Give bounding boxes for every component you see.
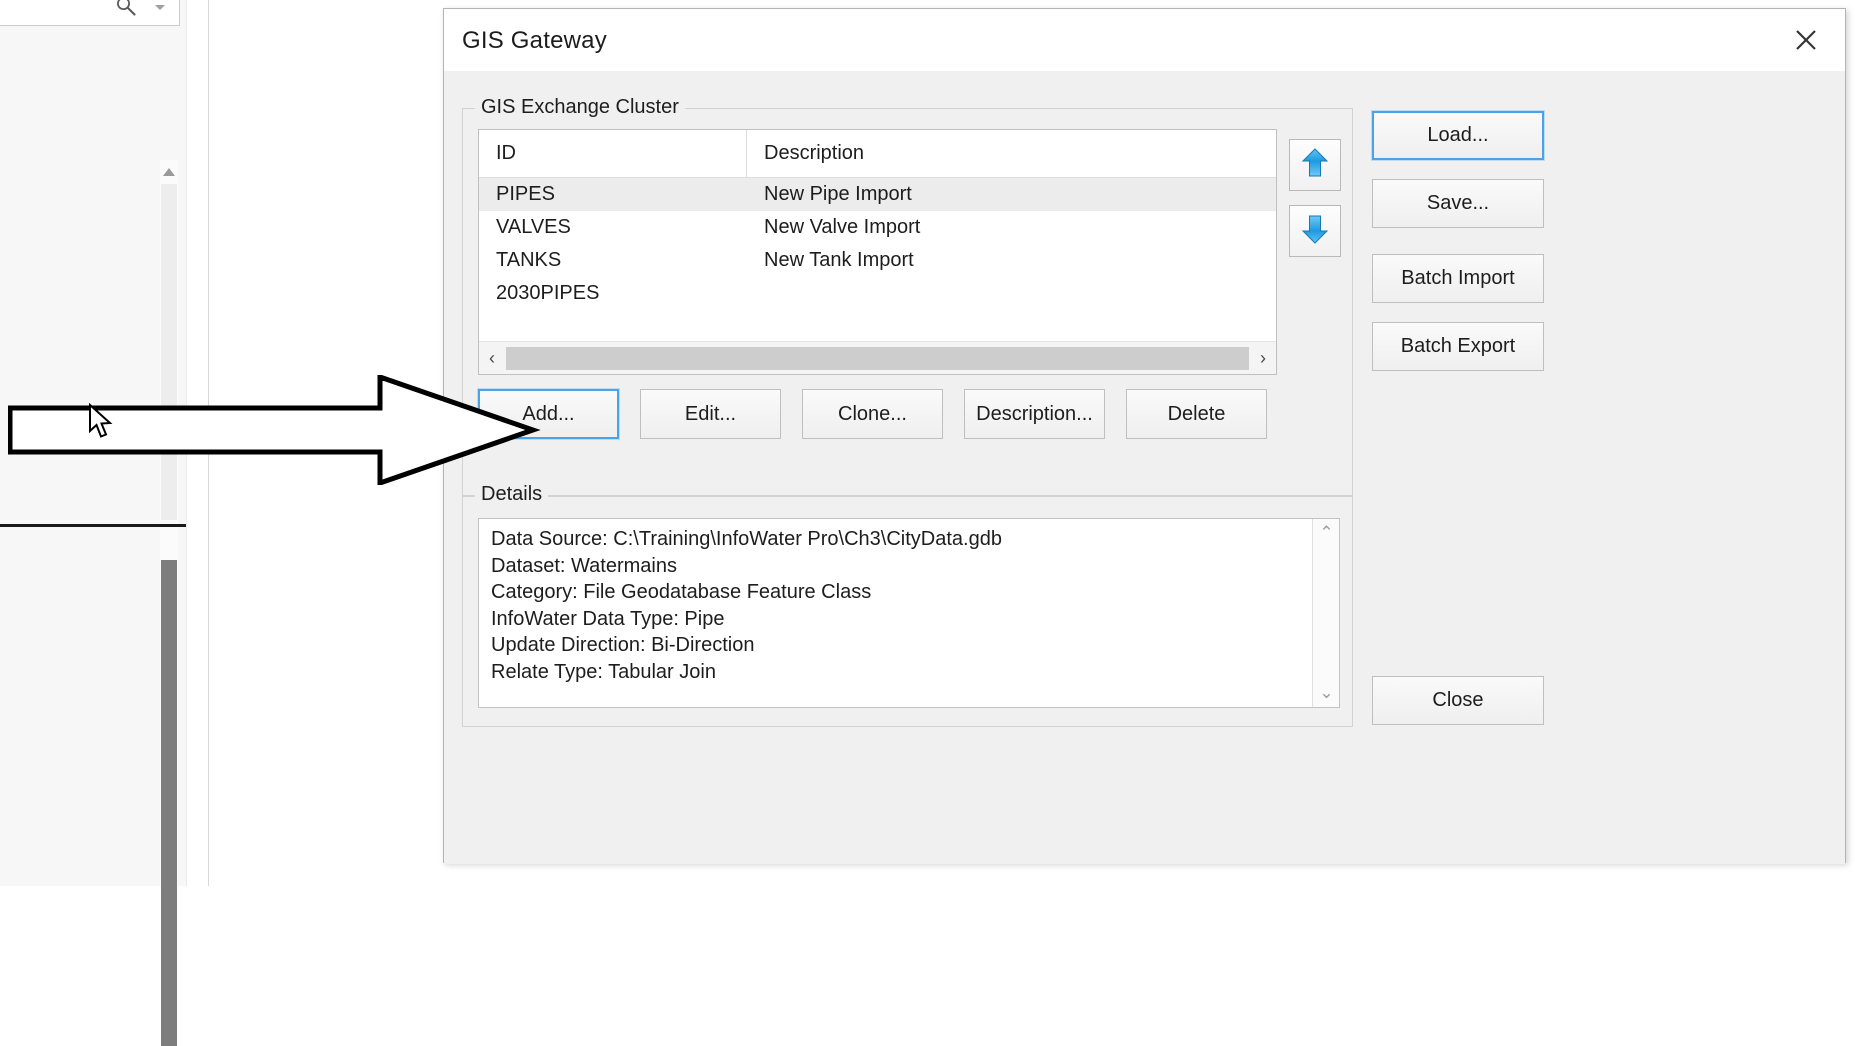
scroll-right-icon[interactable]: › (1250, 343, 1276, 374)
save-button[interactable]: Save... (1372, 179, 1544, 228)
row-id: TANKS (496, 249, 562, 271)
dialog-close-button[interactable] (1767, 9, 1845, 71)
clone-button[interactable]: Clone... (802, 389, 943, 439)
side-button-column: Load... Save... Batch Import Batch Expor… (1372, 111, 1544, 390)
listview-header: ID Description (479, 130, 1276, 178)
details-vertical-scrollbar[interactable]: ⌃ ⌄ (1312, 519, 1339, 707)
gis-exchange-cluster-group: GIS Exchange Cluster ID Description PIPE… (462, 96, 1353, 497)
row-description: New Tank Import (764, 249, 914, 271)
delete-button[interactable]: Delete (1126, 389, 1267, 439)
cluster-group-legend: GIS Exchange Cluster (475, 96, 685, 119)
scroll-down-icon[interactable]: ⌄ (1313, 680, 1339, 706)
arrow-up-icon (1298, 146, 1332, 185)
scrollbar-track[interactable] (161, 184, 177, 520)
table-row[interactable]: 2030PIPES (479, 277, 1276, 310)
move-up-button[interactable] (1289, 139, 1341, 191)
table-row[interactable]: TANKS New Tank Import (479, 244, 1276, 277)
reorder-buttons (1289, 139, 1345, 257)
chevron-down-icon[interactable] (155, 5, 165, 10)
search-box[interactable] (0, 0, 180, 26)
close-icon (1791, 25, 1821, 55)
row-id: PIPES (496, 183, 555, 205)
details-group-legend: Details (475, 483, 549, 506)
batch-import-button[interactable]: Batch Import (1372, 254, 1544, 303)
row-description: New Valve Import (764, 216, 921, 238)
add-button[interactable]: Add... (478, 389, 619, 439)
table-row[interactable]: PIPES New Pipe Import (479, 178, 1276, 211)
details-group: Details Data Source: C:\Training\InfoWat… (462, 483, 1353, 727)
cluster-listview[interactable]: ID Description PIPES New Pipe Import VAL… (478, 129, 1277, 375)
batch-export-button[interactable]: Batch Export (1372, 322, 1544, 371)
left-panel-scrollbar[interactable] (160, 160, 178, 1046)
gis-gateway-dialog: GIS Gateway GIS Exchange Cluster ID Desc… (443, 8, 1846, 864)
panel-divider (186, 0, 209, 886)
dialog-title: GIS Gateway (462, 27, 607, 54)
row-id: VALVES (496, 216, 571, 238)
arrow-down-icon (1298, 212, 1332, 251)
scrollbar-thumb[interactable] (506, 346, 1249, 370)
details-text: Data Source: C:\Training\InfoWater Pro\C… (491, 528, 1002, 683)
dialog-body: GIS Exchange Cluster ID Description PIPE… (444, 71, 1845, 864)
scrollbar-thumb[interactable] (161, 560, 177, 1046)
row-id: 2030PIPES (496, 282, 600, 304)
details-textarea[interactable]: Data Source: C:\Training\InfoWater Pro\C… (478, 518, 1340, 708)
column-header-description[interactable]: Description (747, 130, 1276, 177)
column-header-id[interactable]: ID (479, 130, 747, 177)
load-button[interactable]: Load... (1372, 111, 1544, 160)
move-down-button[interactable] (1289, 205, 1341, 257)
search-icon (115, 0, 137, 17)
left-panel (0, 0, 208, 1046)
cluster-action-buttons: Add... Edit... Clone... Description... D… (478, 389, 1343, 439)
table-row[interactable]: VALVES New Valve Import (479, 211, 1276, 244)
listview-horizontal-scrollbar[interactable]: ‹ › (479, 341, 1276, 374)
description-button[interactable]: Description... (964, 389, 1105, 439)
scroll-left-icon[interactable]: ‹ (479, 343, 505, 374)
background-divider (0, 524, 186, 527)
scroll-up-icon[interactable]: ⌃ (1313, 520, 1339, 546)
edit-button[interactable]: Edit... (640, 389, 781, 439)
row-description: New Pipe Import (764, 183, 912, 205)
scroll-up-icon[interactable] (163, 168, 175, 176)
dialog-titlebar: GIS Gateway (444, 9, 1845, 71)
close-button[interactable]: Close (1372, 676, 1544, 725)
